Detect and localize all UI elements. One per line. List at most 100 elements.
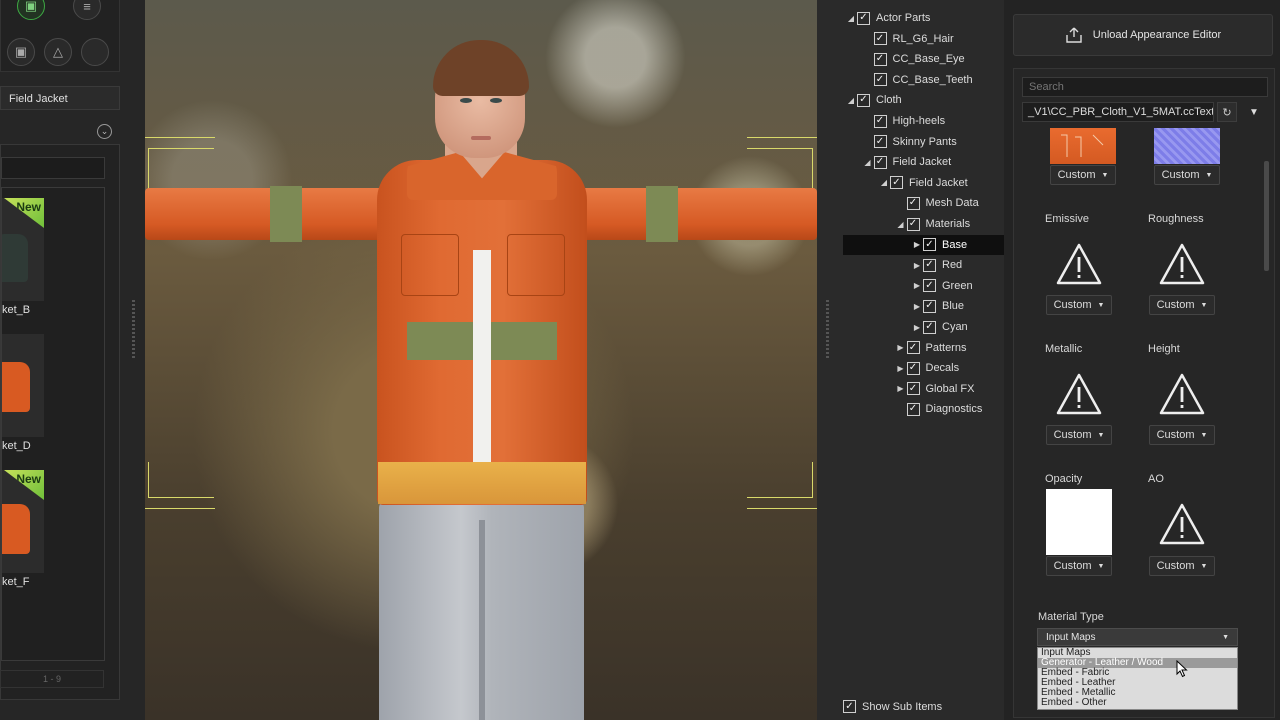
material-type-select[interactable]: Input Maps ▼ [1037,628,1238,646]
show-sub-items-toggle[interactable]: ✓ Show Sub Items [843,700,942,713]
tree-item[interactable]: ◢ ✓ Actor Parts [843,8,1004,28]
tree-item[interactable]: ▶ ✓ Base [843,234,1004,255]
tree-item-checkbox[interactable]: ✓ [923,258,936,272]
tree-item[interactable]: ✓ Diagnostics [843,399,1004,419]
tree-item[interactable]: ▶ ✓ Red [843,255,1004,275]
unload-button-label: Unload Appearance Editor [1092,29,1222,41]
tree-item[interactable]: ▶ ✓ Green [843,276,1004,296]
path-dropdown-button[interactable]: ▼ [1244,102,1264,122]
tree-item[interactable]: ✓ Mesh Data [843,193,1004,213]
collapsed-arrow-icon[interactable]: ▶ [911,323,923,332]
tree-item[interactable]: ✓ CC_Base_Eye [843,49,1004,69]
expanded-arrow-icon[interactable]: ◢ [862,158,874,167]
thumbnail-jacket-b[interactable]: New [2,198,44,301]
tree-item-checkbox[interactable]: ✓ [923,238,936,252]
tree-item-checkbox[interactable]: ✓ [923,320,936,334]
show-sub-items-checkbox[interactable]: ✓ [843,700,856,713]
shape-tool-button[interactable]: ≡ [73,0,101,20]
collapsed-arrow-icon[interactable]: ▶ [895,384,907,393]
library-search-input[interactable] [1,157,105,179]
tree-item-checkbox[interactable]: ✓ [873,73,887,87]
tree-item-checkbox[interactable]: ✓ [906,217,920,231]
custom-dropdown-emissive[interactable]: Custom ▼ [1046,295,1112,315]
material-type-option[interactable]: Embed - Other [1038,698,1237,708]
height-slot[interactable] [1149,363,1215,425]
diffuse-texture-thumbnail[interactable] [1050,128,1116,164]
custom-dropdown-metallic[interactable]: Custom ▼ [1046,425,1112,445]
tree-item-label: Field Jacket [892,156,952,169]
tree-item[interactable]: ▶ ✓ Cyan [843,317,1004,337]
jacket-image [2,504,30,554]
tree-item-checkbox[interactable]: ✓ [890,176,903,190]
tree-item-checkbox[interactable]: ✓ [906,402,920,416]
ao-slot[interactable] [1149,493,1215,555]
roughness-slot[interactable] [1149,233,1215,295]
reload-texture-button[interactable]: ↻ [1217,102,1237,122]
collapsed-arrow-icon[interactable]: ▶ [911,261,923,270]
tree-item-checkbox[interactable]: ✓ [873,32,887,46]
texture-search-input[interactable] [1022,77,1268,97]
tree-item[interactable]: ✓ CC_Base_Teeth [843,70,1004,90]
custom-dropdown-roughness[interactable]: Custom ▼ [1149,295,1215,315]
empty-tool-button[interactable] [81,38,109,66]
tree-item-checkbox[interactable]: ✓ [873,155,887,169]
tree-item[interactable]: ◢ ✓ Materials [843,214,1004,234]
collapsed-arrow-icon[interactable]: ▶ [911,302,923,311]
custom-label: Custom [1156,429,1195,441]
tree-item[interactable]: ◢ ✓ Cloth [843,90,1004,110]
tree-item-checkbox[interactable]: ✓ [873,135,887,149]
metallic-slot[interactable] [1046,363,1112,425]
thumbnail-jacket-f[interactable]: New [2,470,44,573]
custom-dropdown-ao[interactable]: Custom ▼ [1149,556,1215,576]
tree-item-checkbox[interactable]: ✓ [857,11,870,25]
tree-item[interactable]: ▶ ✓ Decals [843,358,1004,378]
tree-item-checkbox[interactable]: ✓ [857,93,870,107]
panel-resize-handle[interactable] [826,300,829,360]
custom-dropdown-diffuse[interactable]: Custom ▼ [1050,165,1116,185]
tree-item[interactable]: ◢ ✓ Field Jacket [843,173,1004,193]
pager[interactable]: 1 - 9 [0,670,104,688]
tree-item-checkbox[interactable]: ✓ [906,341,920,355]
hanger-tool-button[interactable]: △ [44,38,72,66]
collapsed-arrow-icon[interactable]: ▶ [895,364,907,373]
tree-item-checkbox[interactable]: ✓ [906,361,920,375]
tree-item[interactable]: ✓ RL_G6_Hair [843,29,1004,49]
emissive-slot[interactable] [1046,233,1112,295]
opacity-slot[interactable] [1046,489,1112,555]
tree-item[interactable]: ▶ ✓ Global FX [843,379,1004,399]
tree-item-checkbox[interactable]: ✓ [906,382,920,396]
texture-path-field[interactable]: _V1\CC_PBR_Cloth_V1_5MAT.ccTexture [1022,102,1214,122]
tree-item[interactable]: ◢ ✓ Field Jacket [843,152,1004,172]
panel-scrollbar[interactable] [1264,161,1269,271]
collapsed-arrow-icon[interactable]: ▶ [895,343,907,352]
3d-viewport[interactable] [145,0,817,720]
unload-appearance-editor-button[interactable]: Unload Appearance Editor [1013,14,1273,56]
tree-item-checkbox[interactable]: ✓ [906,196,920,210]
normal-texture-thumbnail[interactable] [1154,128,1220,164]
custom-dropdown-height[interactable]: Custom ▼ [1149,425,1215,445]
panel-resize-handle[interactable] [132,300,135,360]
thumbnail-jacket-d[interactable] [2,334,44,437]
tree-item-checkbox[interactable]: ✓ [923,299,936,313]
tree-item-label: Cyan [942,321,968,333]
tree-item[interactable]: ✓ Skinny Pants [843,132,1004,152]
content-tool-button[interactable]: ▣ [17,0,45,20]
tree-item[interactable]: ▶ ✓ Patterns [843,338,1004,358]
tree-item[interactable]: ▶ ✓ Blue [843,296,1004,316]
custom-dropdown-opacity[interactable]: Custom ▼ [1046,556,1112,576]
expanded-arrow-icon[interactable]: ◢ [845,96,857,105]
collapsed-arrow-icon[interactable]: ▶ [911,240,923,249]
tree-item-checkbox[interactable]: ✓ [873,114,887,128]
tree-item[interactable]: ✓ High-heels [843,111,1004,131]
custom-dropdown-normal[interactable]: Custom ▼ [1154,165,1220,185]
shoe-tool-button[interactable]: ▣ [7,38,35,66]
expanded-arrow-icon[interactable]: ◢ [845,14,857,23]
tree-item-label: Patterns [925,341,967,354]
collapsed-arrow-icon[interactable]: ▶ [911,281,923,290]
expanded-arrow-icon[interactable]: ◢ [895,220,907,229]
jacket-image [2,362,30,412]
tree-item-checkbox[interactable]: ✓ [923,279,936,293]
expanded-arrow-icon[interactable]: ◢ [878,178,890,187]
collapse-icon[interactable]: ⌄ [97,124,112,139]
tree-item-checkbox[interactable]: ✓ [873,52,887,66]
